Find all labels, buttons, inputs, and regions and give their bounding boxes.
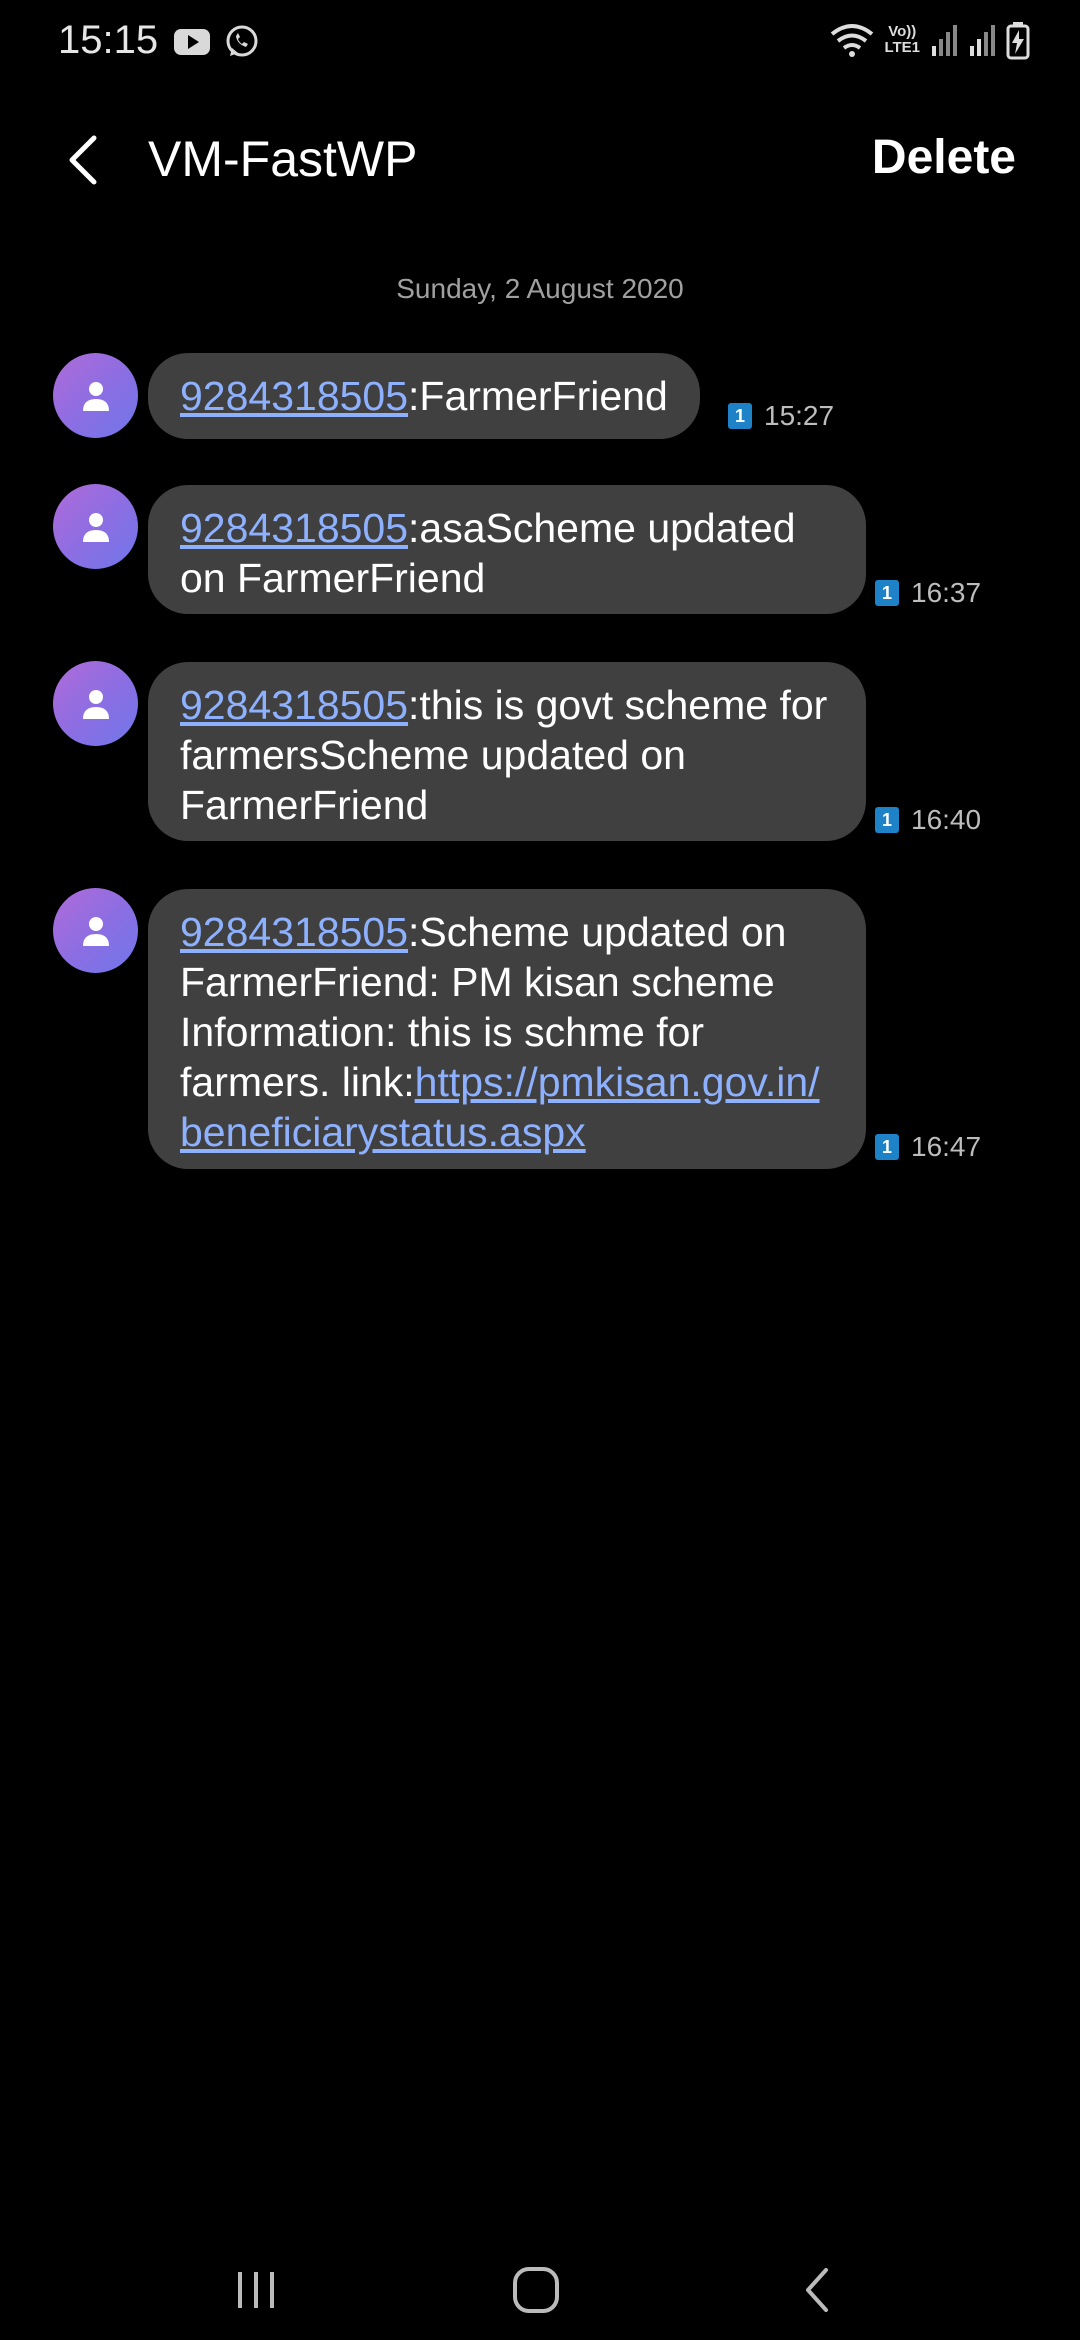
message-time: 15:27 [764, 400, 835, 431]
conversation-title: VM-FastWP [148, 131, 418, 187]
sim-badge: 1 [875, 807, 899, 833]
back-button[interactable] [52, 128, 116, 192]
status-right-icons: Vo)) LTE1 [830, 20, 1030, 60]
top-app-bar: VM-FastWP Delete [0, 110, 1080, 210]
phone-number-link[interactable]: 9284318505 [180, 909, 408, 955]
avatar[interactable] [53, 353, 138, 438]
recent-apps-icon [238, 2272, 274, 2308]
phone-number-link[interactable]: 9284318505 [180, 682, 408, 728]
youtube-icon [174, 29, 210, 55]
back-nav-button[interactable] [758, 2240, 878, 2340]
wifi-icon [831, 24, 874, 57]
avatar[interactable] [53, 484, 138, 569]
phone-number-link[interactable]: 9284318505 [180, 373, 408, 419]
battery-charging-icon [1006, 22, 1030, 60]
message-meta: 1 16:37 [875, 577, 981, 609]
sim-badge: 1 [728, 403, 752, 429]
avatar[interactable] [53, 661, 138, 746]
person-icon [82, 916, 109, 946]
signal-icon-1 [932, 25, 957, 56]
person-icon [82, 689, 109, 719]
message-bubble[interactable]: 9284318505:this is govt scheme for farme… [148, 662, 866, 841]
phone-number-link[interactable]: 9284318505 [180, 505, 408, 551]
message-meta: 1 15:27 [728, 400, 834, 432]
volte-indicator: Vo)) LTE1 [884, 24, 920, 56]
message-bubble[interactable]: 9284318505:Scheme updated on FarmerFrien… [148, 889, 866, 1169]
back-arrow-icon [69, 135, 97, 185]
home-button[interactable] [476, 2240, 596, 2340]
message-time: 16:47 [911, 1131, 982, 1162]
navigation-bar [0, 2240, 1080, 2340]
status-time: 15:15 [58, 18, 159, 62]
status-bar: 15:15 Vo)) LTE1 [0, 0, 1080, 84]
back-nav-icon [806, 2268, 828, 2312]
volte-bottom-label: LTE1 [884, 39, 920, 56]
message-meta: 1 16:47 [875, 1131, 981, 1163]
message-time: 16:40 [911, 804, 982, 835]
message-text: :FarmerFriend [408, 373, 668, 419]
message-time: 16:37 [911, 577, 982, 608]
person-icon [82, 512, 109, 542]
volte-top-label: Vo)) [888, 23, 917, 40]
person-icon [82, 381, 109, 411]
message-bubble[interactable]: 9284318505:FarmerFriend [148, 353, 700, 439]
home-icon [513, 2267, 559, 2313]
avatar[interactable] [53, 888, 138, 973]
sim-badge: 1 [875, 580, 899, 606]
whatsapp-icon [226, 25, 258, 57]
status-app-icons [172, 22, 262, 62]
sim-badge: 1 [875, 1134, 899, 1160]
message-meta: 1 16:40 [875, 804, 981, 836]
delete-button[interactable]: Delete [872, 130, 1016, 185]
message-bubble[interactable]: 9284318505:asaScheme updated on FarmerFr… [148, 485, 866, 614]
signal-icon-2 [970, 25, 995, 56]
recent-apps-button[interactable] [196, 2240, 316, 2340]
date-separator: Sunday, 2 August 2020 [396, 273, 684, 304]
